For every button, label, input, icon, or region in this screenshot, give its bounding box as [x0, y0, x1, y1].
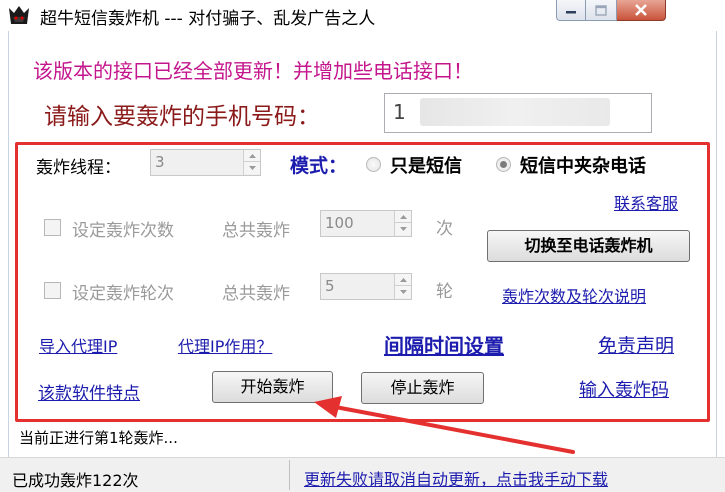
- update-notice: 该版本的接口已经全部更新！并增加些电话接口！: [33, 59, 473, 83]
- count-value: 100: [325, 214, 354, 232]
- title-bar[interactable]: 超牛短信轰炸机 --- 对付骗子、乱发广告之人: [0, 0, 725, 31]
- proxy-help-link[interactable]: 代理IP作用？: [178, 333, 272, 357]
- features-link[interactable]: 该款软件特点: [38, 379, 140, 404]
- maximize-button[interactable]: [586, 0, 617, 21]
- mode-mixed-label[interactable]: 短信中夹杂电话: [520, 152, 646, 178]
- progress-status: 当前正进行第1轮轰炸...: [19, 429, 178, 447]
- spin-up-icon[interactable]: [244, 150, 260, 162]
- count-spinner-arrows[interactable]: [394, 211, 411, 236]
- minimize-icon: [566, 11, 576, 14]
- interval-settings-link[interactable]: 间隔时间设置: [384, 330, 504, 359]
- spin-down-icon[interactable]: [244, 162, 260, 174]
- minimize-button[interactable]: [556, 0, 586, 21]
- rounds-checkbox-label[interactable]: 设定轰炸轮次: [72, 279, 174, 304]
- threads-value: 3: [155, 153, 165, 171]
- spin-down-icon[interactable]: [395, 223, 411, 235]
- disclaimer-link[interactable]: 免责声明: [598, 331, 674, 358]
- spin-up-icon[interactable]: [395, 211, 411, 223]
- rounds-checkbox[interactable]: [44, 282, 61, 299]
- rounds-unit: 轮: [436, 282, 453, 302]
- mode-sms-label[interactable]: 只是短信: [390, 152, 462, 178]
- annotation-arrow: [314, 396, 575, 454]
- spin-down-icon[interactable]: [395, 286, 411, 298]
- mode-label: 模式：: [290, 155, 348, 177]
- mode-sms-radio[interactable]: [366, 157, 381, 172]
- rounds-spinner-arrows[interactable]: [394, 274, 411, 299]
- count-total-label: 总共轰炸: [222, 221, 290, 241]
- count-checkbox-label[interactable]: 设定轰炸次数: [72, 216, 174, 241]
- rounds-spinner[interactable]: 5: [320, 273, 412, 300]
- threads-spinner-arrows[interactable]: [243, 150, 260, 175]
- import-proxy-link[interactable]: 导入代理IP: [39, 333, 117, 357]
- explain-link[interactable]: 轰炸次数及轮次说明: [502, 283, 646, 307]
- close-icon: [635, 4, 647, 16]
- phone-label: 请输入要轰炸的手机号码：: [44, 104, 320, 130]
- close-button[interactable]: [617, 0, 666, 21]
- count-unit: 次: [436, 219, 453, 239]
- contact-support-link[interactable]: 联系客服: [614, 190, 678, 214]
- maximize-icon: [595, 4, 607, 16]
- status-success-count: 已成功轰炸122次: [12, 471, 139, 490]
- status-separator: [289, 460, 290, 490]
- count-spinner[interactable]: 100: [320, 210, 412, 237]
- mode-mixed-radio[interactable]: [496, 157, 511, 172]
- spin-up-icon[interactable]: [395, 274, 411, 286]
- manual-update-link[interactable]: 更新失败请取消自动更新，点击我手动下载: [304, 466, 608, 490]
- switch-call-button[interactable]: 切换至电话轰炸机: [487, 230, 690, 262]
- window-title: 超牛短信轰炸机 --- 对付骗子、乱发广告之人: [40, 9, 376, 29]
- threads-spinner[interactable]: 3: [150, 149, 261, 176]
- phone-redaction: [420, 98, 610, 126]
- phone-value: 1: [393, 100, 406, 124]
- app-icon: [9, 6, 29, 24]
- rounds-value: 5: [325, 277, 335, 295]
- threads-label: 轰炸线程：: [36, 158, 121, 178]
- rounds-total-label: 总共轰炸: [222, 284, 290, 304]
- enter-code-link[interactable]: 输入轰炸码: [579, 376, 669, 402]
- count-checkbox[interactable]: [44, 219, 61, 236]
